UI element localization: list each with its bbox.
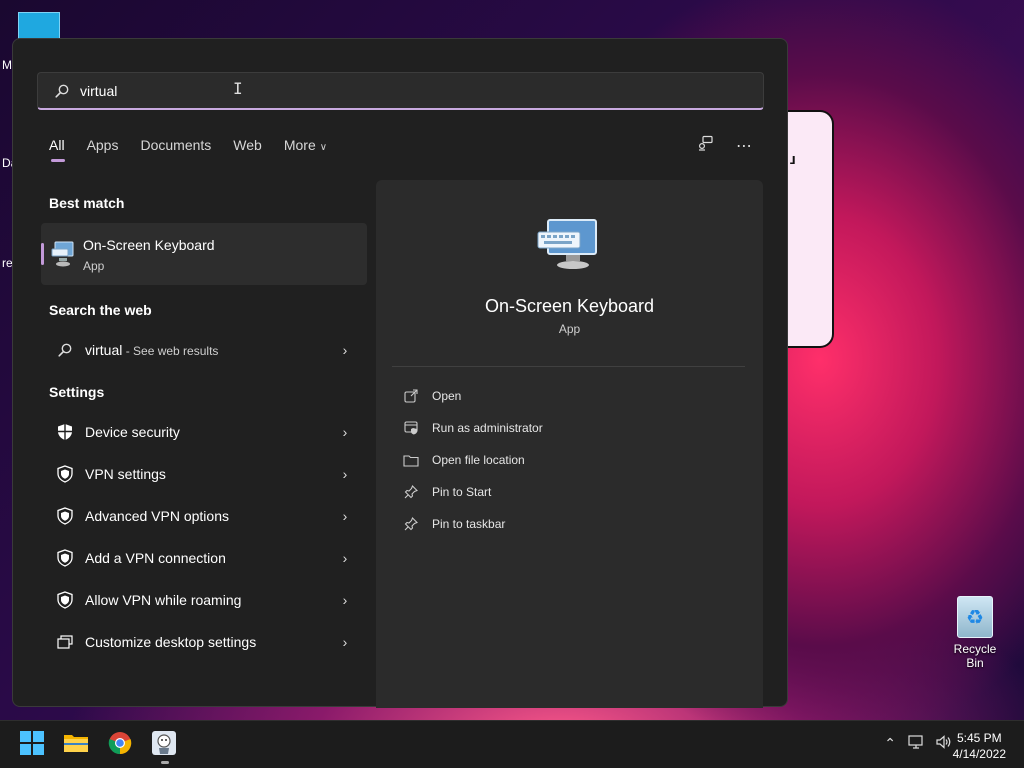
setting-label: Add a VPN connection [85,550,226,566]
tab-tools: ⋯ [697,135,753,156]
keyboard-app-icon [51,240,75,268]
search-panel: I All Apps Documents Web More∨ ⋯ Best ma… [12,38,788,708]
chevron-right-icon: › [342,342,348,358]
more-options-icon[interactable]: ⋯ [735,136,753,156]
web-result-item[interactable]: virtual - See web results › [41,330,367,370]
sticky-note-window[interactable]: ⸥ [786,110,834,348]
chrome-button[interactable] [104,729,136,761]
chevron-right-icon: › [342,424,348,440]
chevron-right-icon: › [342,550,348,566]
admin-icon [402,421,420,435]
preview-pane: On-Screen Keyboard App Open Run as admin… [376,180,763,708]
web-suffix: - See web results [122,344,219,358]
start-button[interactable] [16,729,48,761]
setting-label: Advanced VPN options [85,508,229,524]
tab-more[interactable]: More ∨ [284,137,327,153]
action-open-file-location[interactable]: Open file location [402,449,525,471]
search-box[interactable] [37,72,764,110]
shield-icon [53,465,77,483]
search-icon [54,83,70,99]
preview-subtitle: App [558,322,581,336]
setting-item-advanced-vpn-options[interactable]: Advanced VPN options › [41,496,367,536]
action-label: Open file location [432,453,525,467]
setting-item-allow-vpn-roaming[interactable]: Allow VPN while roaming › [41,580,367,620]
chevron-right-icon: › [342,466,348,482]
chevron-down-icon: ∨ [319,142,328,153]
shield-icon [53,549,77,567]
chrome-icon [108,731,132,760]
setting-item-add-vpn-connection[interactable]: Add a VPN connection › [41,538,367,578]
search-icon [53,343,77,357]
best-match-item[interactable]: On-Screen Keyboard App [41,223,367,285]
tab-documents[interactable]: Documents [140,137,211,153]
windows-logo-icon [20,730,44,760]
setting-label: Allow VPN while roaming [85,592,242,608]
active-app-indicator [161,761,169,764]
system-tray: ⌃ [884,735,952,752]
file-explorer-button[interactable] [60,729,92,761]
best-match-heading: Best match [49,195,125,211]
sticky-note-scribble: ⸥ [788,142,797,167]
action-label: Run as administrator [432,421,543,435]
best-match-subtitle: App [83,259,105,273]
settings-heading: Settings [49,384,105,400]
recycle-bin-label: Recycle Bin [953,642,997,670]
action-label: Pin to Start [432,485,492,499]
open-icon [402,389,420,403]
keyboard-app-icon [536,218,600,270]
pin-icon [402,485,420,499]
chevron-right-icon: › [342,592,348,608]
tab-all[interactable]: All [49,137,65,162]
tab-more-label: More [283,137,316,153]
search-web-heading: Search the web [49,302,152,318]
share-results-icon[interactable] [697,135,715,156]
clock[interactable]: 5:45 PM 4/14/2022 [953,730,1006,762]
action-label: Open [432,389,462,403]
clock-date: 4/14/2022 [952,747,1006,761]
action-run-as-admin[interactable]: Run as administrator [402,417,543,439]
web-result-label: virtual - See web results [85,342,335,358]
action-label: Pin to taskbar [432,517,506,531]
network-icon[interactable] [908,735,924,752]
taskbar: ⌃ 5:45 PM 4/14/2022 [0,720,1024,768]
volume-icon[interactable] [936,735,952,752]
recycle-bin-icon: ♻ [957,596,993,638]
setting-label: VPN settings [85,466,166,482]
clock-time: 5:45 PM [956,731,1002,745]
shield-filled-icon [53,423,77,441]
desktop-icon-partial[interactable] [18,12,60,40]
tab-web[interactable]: Web [233,137,262,153]
paint-app-button[interactable] [148,729,180,761]
action-open[interactable]: Open [402,385,461,407]
web-query: virtual [85,342,123,358]
recycle-bin[interactable]: ♻ Recycle Bin [944,596,1006,670]
setting-item-device-security[interactable]: Device security › [41,412,367,452]
setting-label: Device security [85,424,180,440]
chevron-right-icon: › [342,508,348,524]
text-cursor-icon: I [233,79,243,98]
preview-title: On-Screen Keyboard [484,296,655,316]
desktop-label-partial: M [2,58,12,72]
folder-icon [63,732,89,759]
tab-apps[interactable]: Apps [87,137,119,153]
setting-item-vpn-settings[interactable]: VPN settings › [41,454,367,494]
action-pin-to-start[interactable]: Pin to Start [402,481,491,503]
chevron-up-icon[interactable]: ⌃ [884,735,896,752]
pin-icon [402,517,420,531]
folder-icon [402,454,420,467]
shield-icon [53,591,77,609]
filter-tabs: All Apps Documents Web More ∨ [49,137,349,162]
chevron-right-icon: › [342,634,348,650]
paint-app-icon [151,730,177,761]
action-pin-to-taskbar[interactable]: Pin to taskbar [402,513,505,535]
shield-icon [53,507,77,525]
divider [392,366,745,367]
windows-icon [53,635,77,649]
best-match-title: On-Screen Keyboard [83,237,215,253]
setting-item-customize-desktop[interactable]: Customize desktop settings › [41,622,367,662]
setting-label: Customize desktop settings [85,634,257,650]
search-input[interactable] [80,82,680,99]
